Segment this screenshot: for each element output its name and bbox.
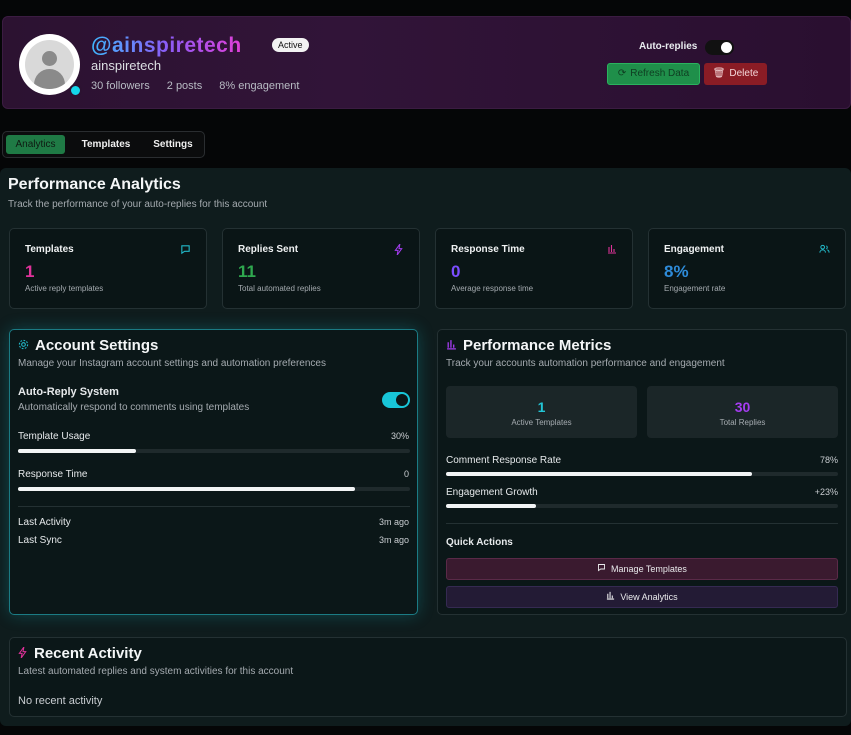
stat-card-desc: Active reply templates (25, 284, 104, 293)
template-usage-label: Template Usage (18, 431, 91, 442)
account-settings-title-text: Account Settings (35, 337, 159, 354)
stat-card-templates: Templates 1 Active reply templates (9, 228, 207, 309)
bolt-icon (394, 243, 404, 258)
account-username: ainspiretech (91, 58, 162, 73)
refresh-label: Refresh Data (630, 68, 690, 79)
last-sync-value: 3m ago (378, 535, 409, 545)
comment-response-rate-label: Comment Response Rate (446, 455, 562, 466)
auto-reply-system-title: Auto-Reply System (18, 386, 119, 398)
stat-card-label: Response Time (451, 244, 525, 255)
stat-card-replies-sent: Replies Sent 11 Total automated replies (222, 228, 420, 309)
trash-icon: 🗑 (712, 68, 726, 79)
stat-card-response-time: Response Time 0 Average response time (435, 228, 633, 309)
comment-response-rate-value: 78% (819, 455, 838, 465)
account-settings-subtitle: Manage your Instagram account settings a… (18, 358, 326, 369)
bar-chart-icon (606, 591, 615, 602)
response-time-bar (18, 487, 410, 491)
stat-card-desc: Engagement rate (664, 284, 726, 293)
recent-activity-title-text: Recent Activity (34, 645, 142, 662)
tab-bar: Analytics Templates Settings (2, 131, 205, 158)
bar-chart-icon (446, 340, 457, 353)
tab-settings[interactable]: Settings (145, 135, 201, 154)
stat-card-desc: Average response time (451, 284, 534, 293)
account-stats: 30 followers 2 posts 8% engagement (91, 80, 313, 92)
quick-actions-label: Quick Actions (446, 537, 513, 548)
response-time-fill (18, 487, 356, 491)
engagement-growth-value: +23% (814, 487, 838, 497)
last-activity-value: 3m ago (378, 517, 409, 527)
active-templates-label: Active Templates (511, 418, 572, 427)
refresh-data-button[interactable]: ⟳ Refresh Data (607, 63, 700, 85)
template-usage-fill (18, 449, 136, 453)
online-status-dot (69, 84, 82, 97)
page-subtitle: Track the performance of your auto-repli… (8, 199, 268, 210)
active-templates-tile: 1 Active Templates (446, 386, 637, 438)
engagement-growth-fill (446, 504, 537, 508)
bolt-icon (18, 646, 28, 661)
engagement-stat: 8% engagement (219, 80, 300, 92)
stat-card-label: Engagement (664, 244, 725, 255)
manage-templates-button[interactable]: Manage Templates (446, 558, 838, 580)
stat-card-label: Templates (25, 244, 74, 255)
delete-button[interactable]: 🗑 Delete (704, 63, 767, 85)
stat-card-value: 11 (238, 262, 256, 281)
account-settings-title: Account Settings (18, 337, 158, 354)
account-settings-panel: Account Settings Manage your Instagram a… (9, 329, 418, 615)
followers-count: 30 followers (91, 80, 150, 92)
comment-response-rate-bar (446, 472, 838, 476)
page-title: Performance Analytics (8, 176, 181, 193)
message-icon (597, 564, 606, 574)
tab-analytics[interactable]: Analytics (6, 135, 65, 154)
last-activity-label: Last Activity (18, 517, 71, 528)
last-sync-label: Last Sync (18, 535, 62, 546)
delete-label: Delete (729, 68, 759, 79)
manage-templates-label: Manage Templates (611, 564, 687, 574)
refresh-icon: ⟳ (617, 68, 627, 79)
performance-metrics-panel: Performance Metrics Track your accounts … (437, 329, 847, 615)
response-time-label: Response Time (18, 469, 88, 480)
posts-count: 2 posts (166, 80, 203, 92)
account-handle: @ainspiretech (91, 34, 242, 57)
template-usage-bar (18, 449, 410, 453)
performance-metrics-subtitle: Track your accounts automation performan… (446, 358, 725, 369)
stat-card-value: 1 (25, 262, 35, 281)
total-replies-value: 30 (734, 399, 751, 415)
user-silhouette-icon (25, 40, 74, 89)
engagement-growth-bar (446, 504, 838, 508)
recent-activity-subtitle: Latest automated replies and system acti… (18, 666, 294, 677)
total-replies-label: Total Replies (719, 418, 766, 427)
divider (18, 506, 410, 507)
analytics-content: Performance Analytics Track the performa… (0, 168, 851, 726)
auto-replies-toggle[interactable] (705, 40, 734, 55)
stat-card-value: 0 (451, 262, 461, 281)
performance-metrics-title: Performance Metrics (446, 337, 611, 354)
stat-card-desc: Total automated replies (238, 284, 321, 293)
active-templates-value: 1 (537, 399, 546, 415)
stat-card-value: 8% (664, 262, 689, 281)
response-time-value: 0 (403, 469, 409, 479)
users-icon (819, 244, 830, 257)
stat-card-engagement: Engagement 8% Engagement rate (648, 228, 846, 309)
auto-reply-system-desc: Automatically respond to comments using … (18, 402, 250, 413)
bar-chart-icon (607, 244, 617, 257)
profile-header: @ainspiretech Active ainspiretech 30 fol… (2, 16, 851, 109)
engagement-growth-label: Engagement Growth (446, 487, 538, 498)
stat-card-label: Replies Sent (238, 244, 299, 255)
divider (446, 523, 838, 524)
tab-templates[interactable]: Templates (75, 135, 137, 154)
performance-metrics-title-text: Performance Metrics (463, 337, 612, 354)
message-icon (180, 244, 191, 258)
view-analytics-label: View Analytics (620, 592, 678, 602)
auto-replies-label: Auto-replies (639, 41, 698, 52)
view-analytics-button[interactable]: View Analytics (446, 586, 838, 608)
auto-reply-system-toggle[interactable] (382, 392, 410, 408)
recent-activity-panel: Recent Activity Latest automated replies… (9, 637, 847, 717)
gear-icon (18, 339, 29, 353)
template-usage-value: 30% (390, 431, 409, 441)
total-replies-tile: 30 Total Replies (647, 386, 838, 438)
comment-response-rate-fill (446, 472, 752, 476)
status-badge: Active (272, 38, 309, 52)
recent-activity-title: Recent Activity (18, 645, 142, 662)
recent-activity-empty: No recent activity (18, 695, 103, 707)
